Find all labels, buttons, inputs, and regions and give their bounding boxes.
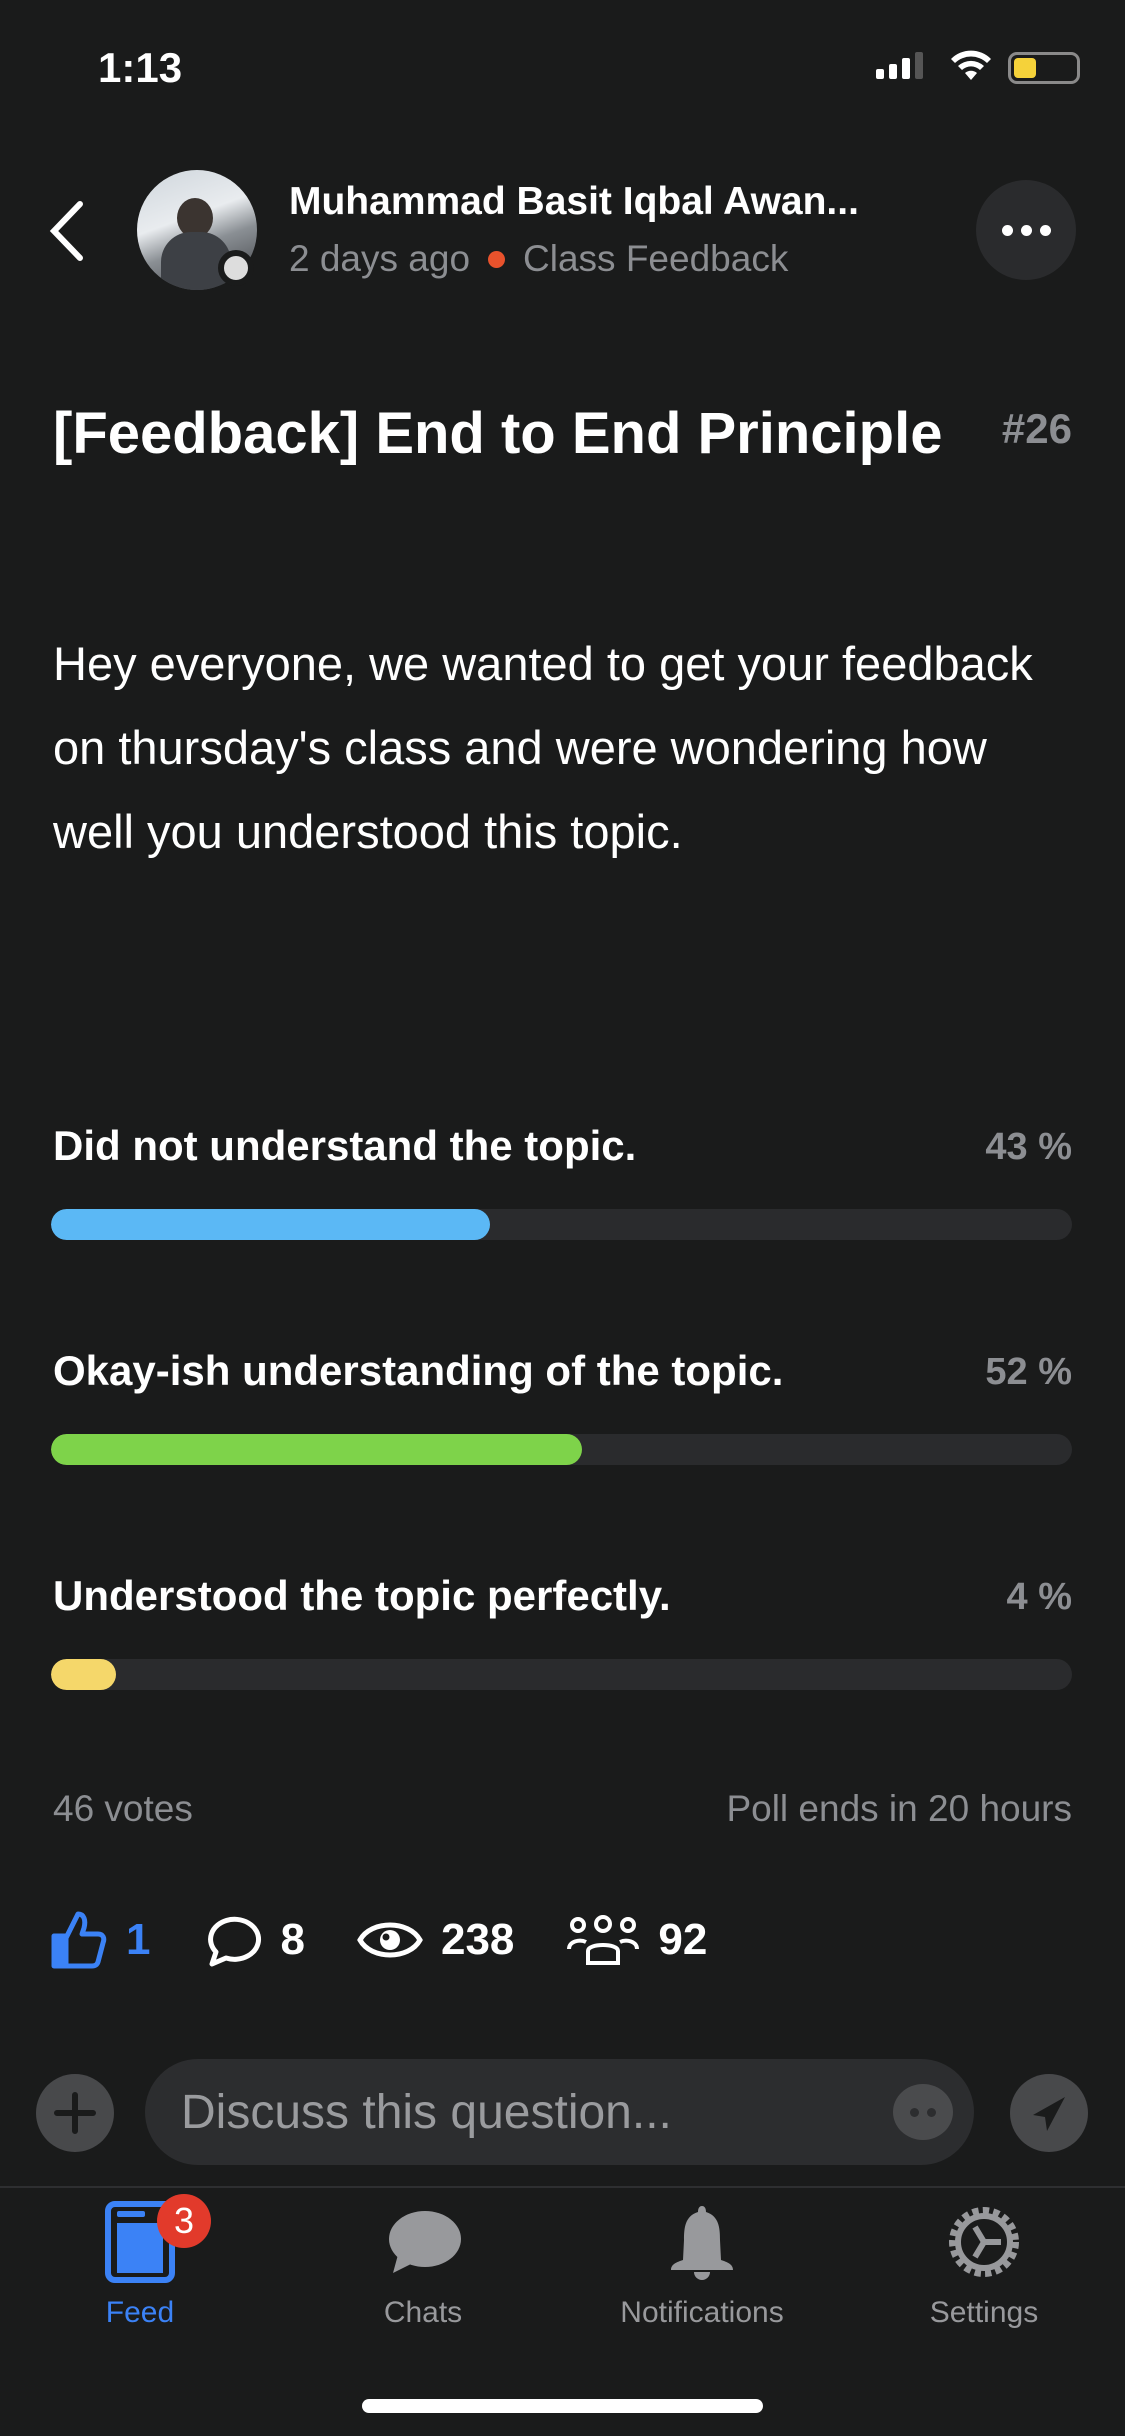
like-button[interactable]: 1 <box>50 1910 150 1970</box>
wifi-icon <box>951 50 991 80</box>
home-indicator[interactable] <box>362 2399 763 2413</box>
like-count: 1 <box>126 1915 151 1964</box>
poll-option-label[interactable]: Okay-ish understanding of the topic. <box>53 1347 783 1395</box>
feed-badge: 3 <box>157 2194 211 2248</box>
poll-ends: Poll ends in 20 hours <box>726 1788 1072 1829</box>
add-attachment-button[interactable] <box>36 2074 114 2152</box>
poll-option-percent: 4 % <box>1006 1576 1072 1618</box>
comments-stat[interactable]: 8 <box>202 1912 305 1968</box>
emoji-button[interactable] <box>893 2084 953 2140</box>
tab-label: Settings <box>929 2296 1039 2329</box>
chat-bubble-icon <box>389 2211 461 2273</box>
vote-count: 46 votes <box>53 1788 193 1829</box>
category[interactable]: Class Feedback <box>523 238 788 280</box>
thumbs-up-icon <box>51 1911 107 1969</box>
eye-icon <box>357 1922 423 1958</box>
tab-settings[interactable]: Settings <box>864 2196 1104 2330</box>
view-count: 238 <box>440 1915 515 1964</box>
tab-feed[interactable]: 3 Feed <box>20 2194 260 2330</box>
send-button[interactable] <box>1010 2074 1088 2152</box>
discuss-placeholder: Discuss this question... <box>181 2085 672 2139</box>
poll-option-label[interactable]: Understood the topic perfectly. <box>53 1572 671 1620</box>
post-title: [Feedback] End to End Principle <box>53 401 943 466</box>
presence-indicator <box>218 250 254 286</box>
tab-notifications[interactable]: Notifications <box>582 2196 822 2330</box>
more-options-button[interactable] <box>976 180 1076 280</box>
poll-option-bar[interactable] <box>51 1659 1072 1690</box>
post-number: #26 <box>1001 405 1072 452</box>
tab-label: Feed <box>105 2296 175 2329</box>
battery-icon <box>1008 52 1080 84</box>
plus-icon <box>54 2092 96 2134</box>
poll-option-bar[interactable] <box>51 1209 1072 1240</box>
bell-icon <box>671 2206 733 2280</box>
tab-bar-divider <box>0 2186 1125 2188</box>
tab-label: Chats <box>383 2296 463 2329</box>
category-dot <box>488 250 506 268</box>
poll-option-percent: 52 % <box>985 1351 1072 1393</box>
poll-bar-fill <box>51 1659 117 1690</box>
send-icon <box>1033 2097 1065 2131</box>
status-time: 1:13 <box>98 44 183 91</box>
back-chevron-icon[interactable] <box>46 200 86 262</box>
tab-chats[interactable]: Chats <box>303 2196 543 2330</box>
poll-option-bar[interactable] <box>51 1434 1072 1465</box>
tab-label: Notifications <box>620 2296 784 2329</box>
participant-count: 92 <box>658 1915 708 1964</box>
poll-bar-fill <box>51 1209 491 1240</box>
post-stats: 1 8 238 92 <box>50 1910 759 1970</box>
poll-option-percent: 43 % <box>985 1126 1072 1168</box>
poll-option-label[interactable]: Did not understand the topic. <box>53 1122 636 1170</box>
discuss-input[interactable]: Discuss this question... <box>145 2059 974 2165</box>
comment-count: 8 <box>280 1915 305 1964</box>
participants-stat: 92 <box>566 1915 707 1965</box>
author-name[interactable]: Muhammad Basit Iqbal Awan... <box>289 180 859 224</box>
post-meta: 2 days ago Class Feedback <box>289 238 788 280</box>
gear-icon <box>949 2207 1019 2277</box>
time-ago: 2 days ago <box>289 238 471 279</box>
group-icon <box>567 1915 640 1965</box>
views-stat: 238 <box>357 1915 514 1965</box>
poll-bar-fill <box>51 1434 582 1465</box>
comment-icon <box>208 1916 262 1967</box>
post-body: Hey everyone, we wanted to get your feed… <box>53 637 1033 858</box>
signal-icon <box>876 52 923 79</box>
